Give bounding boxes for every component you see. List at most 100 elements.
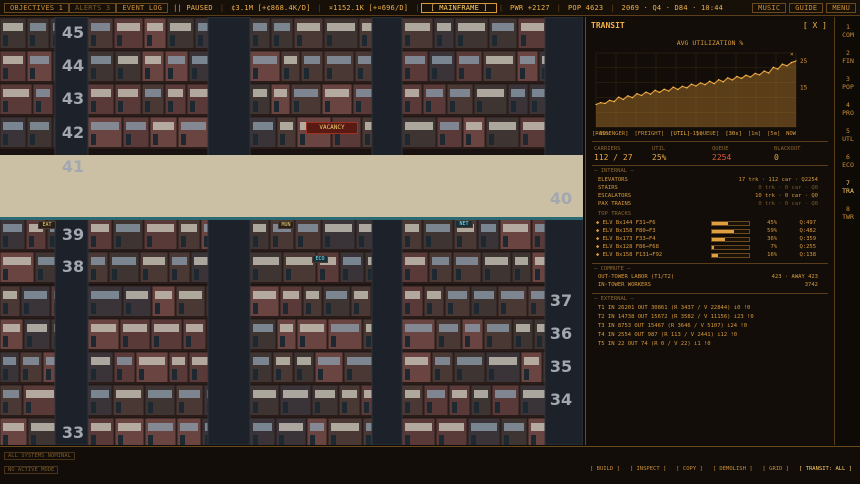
window (38, 257, 56, 265)
top-tracks-header: TOP TRACKS (598, 211, 632, 217)
window (3, 122, 23, 130)
pause-button[interactable]: || PAUSED (168, 4, 218, 12)
track-row[interactable]: ◆ ELV Bx173 F33→F4 36% Q:359 (596, 236, 816, 242)
alerts-count: 3 (105, 3, 111, 12)
window (36, 89, 50, 97)
occupant (179, 402, 184, 413)
external-row: T4 IN 2554 OUT 987 (R 113 / V 2441) i12 … (598, 332, 738, 338)
window (170, 23, 191, 31)
window (474, 390, 488, 398)
chart-point (636, 93, 638, 95)
window (405, 357, 428, 365)
occupant (3, 369, 8, 380)
window (253, 291, 276, 299)
tower-view[interactable]: VACANCY EAT NET MUN ECO 45 44 43 42 41 40 39 38… (0, 17, 583, 445)
floor-number: 35 (549, 357, 573, 376)
tool-button[interactable]: [ BUILD ] (590, 466, 620, 472)
window (147, 224, 174, 232)
chart-tab[interactable]: [5m] (767, 131, 780, 137)
window (168, 56, 185, 64)
window (331, 324, 359, 332)
mainframe-mode-button[interactable]: [ MAINFRAME ] (421, 2, 497, 13)
window (274, 89, 287, 97)
event-log-button[interactable]: EVENT LOG (116, 2, 169, 13)
divider (592, 141, 828, 142)
track-row[interactable]: ◆ ELV Bx144 F31→F6 45% Q:497 (596, 220, 816, 226)
commute-row: OUT-TOWER LABOR (T1/T2) 423 · AWAY 423 (598, 274, 818, 280)
tool-button[interactable]: [ TRANSIT: ALL ] (799, 466, 852, 472)
elevator-shaft (544, 17, 583, 445)
window (3, 291, 17, 299)
chart-tab[interactable]: [UTIL] (670, 131, 690, 137)
window (118, 423, 141, 431)
rail-tab-label: TRA (842, 187, 854, 195)
window (485, 257, 508, 265)
occupant (456, 269, 461, 280)
window (405, 423, 432, 431)
occupant (253, 402, 258, 413)
chart-point (622, 98, 624, 101)
internal-name: STAIRS (598, 185, 618, 191)
music-button[interactable]: MUSIC (752, 2, 787, 13)
track-row[interactable]: ◆ ELV Bx158 F80→F3 59% Q:482 (596, 228, 816, 234)
window (280, 122, 293, 130)
window (405, 390, 420, 398)
close-button[interactable]: [ X ] (803, 21, 827, 30)
window (3, 89, 29, 97)
occupant (181, 134, 186, 145)
window (432, 257, 449, 265)
window (456, 257, 478, 265)
objectives-button[interactable]: OBJECTIVES 1 (4, 2, 69, 13)
bottom-bar: ALL SYSTEMS NOMINAL NO ACTIVE MODE [ BUI… (0, 446, 860, 484)
occupant (36, 101, 41, 112)
chart-point (749, 76, 752, 78)
tool-button[interactable]: [ INSPECT ] (630, 466, 666, 472)
menu-button[interactable]: MENU (826, 2, 856, 13)
rail-tab-utl[interactable]: 5 UTL (835, 127, 860, 143)
chart-y-tick: 15 (800, 84, 808, 91)
chart-point (631, 97, 633, 99)
occupant (3, 336, 8, 347)
window (458, 23, 485, 31)
rail-tab-twr[interactable]: 8 TWR (835, 205, 860, 221)
objectives-count: 1 (58, 3, 63, 12)
track-row[interactable]: ◆ ELV Bx128 F86→F68 7% Q:255 (596, 244, 816, 250)
rail-tab-pop[interactable]: 3 POP (835, 75, 860, 91)
window (426, 224, 450, 232)
window (145, 89, 161, 97)
rail-tab-com[interactable]: 1 COM (835, 23, 860, 39)
rail-tab-number: 3 (846, 75, 850, 83)
occupant (426, 236, 431, 247)
rail-tab-number: 5 (846, 127, 850, 135)
window (310, 423, 324, 431)
chart-tab[interactable]: [FREIGHT] (634, 131, 664, 137)
internal-name: ESCALATORS (598, 193, 632, 199)
occupant (3, 269, 8, 280)
tool-buttons: [ BUILD ] [ INSPECT ] [ COPY ] [ DEMOLISH ]… (590, 466, 852, 472)
window (91, 23, 110, 31)
divider: | (498, 3, 504, 12)
occupant (3, 68, 8, 79)
chart-tab[interactable]: [PASSENGER] (592, 131, 628, 137)
rail-tab-tra[interactable]: 7 TRA (835, 179, 860, 195)
chart-tab[interactable]: [QUEUE] (696, 131, 719, 137)
chart-tab[interactable]: [30s] (725, 131, 742, 137)
tool-button[interactable]: [ COPY ] (676, 466, 703, 472)
rail-tab-label: TWR (842, 213, 854, 221)
rail-tab-fin[interactable]: 2 FIN (835, 49, 860, 65)
alerts-button[interactable]: ALERTS 3 (69, 2, 117, 13)
track-row[interactable]: ◆ ELV Bx158 F131→F92 16% Q:138 (596, 252, 816, 258)
rail-tab-pro[interactable]: 4 PRO (835, 101, 860, 117)
tool-button[interactable]: [ DEMOLISH ] (713, 466, 753, 472)
rail-tab-eco[interactable]: 6 ECO (835, 153, 860, 169)
rail-tab-number: 8 (846, 205, 850, 213)
chart-point (781, 63, 783, 65)
transit-lobby[interactable] (0, 155, 583, 217)
occupant (486, 68, 491, 79)
occupant (154, 336, 159, 347)
chart-tab[interactable]: [1m] (748, 131, 761, 137)
tool-button[interactable]: [ GRID ] (763, 466, 790, 472)
transit-panel: TRANSIT [ X ] AVG UTILIZATION % 25 15 -30s… (585, 17, 833, 445)
guide-button[interactable]: GUIDE (789, 2, 824, 13)
external-row: T3 IN 8753 OUT 15467 (R 3646 / V 5107) i… (598, 323, 748, 329)
